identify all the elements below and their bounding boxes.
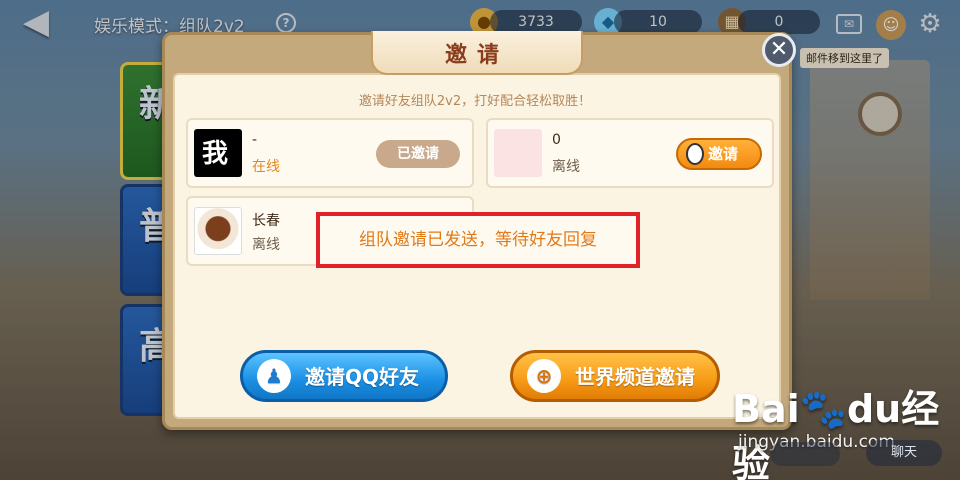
invite-sent-toast: 组队邀请已发送，等待好友回复 [316, 212, 640, 268]
world-channel-invite-label: 世界频道邀请 [575, 365, 695, 389]
friend-name: 0 [552, 132, 561, 148]
world-channel-invite-button[interactable]: ⊕ 世界频道邀请 [510, 350, 720, 402]
qq-penguin-icon: ♟ [257, 359, 291, 393]
invited-button[interactable]: 已邀请 [376, 140, 460, 168]
avatar-glyph: 我 [202, 139, 229, 169]
avatar [494, 129, 542, 177]
friend-name: - [252, 132, 258, 148]
friend-status: 离线 [552, 159, 580, 175]
friend-card: 0 离线 邀请 [486, 118, 774, 188]
globe-icon: ⊕ [527, 359, 561, 393]
friend-status: 在线 [252, 159, 280, 175]
chat-button[interactable]: 聊天 [866, 440, 942, 466]
friend-status: 离线 [252, 237, 280, 253]
dialog-title-tab: 邀请 [371, 31, 583, 75]
friend-card: 我 - 在线 已邀请 [186, 118, 474, 188]
dialog-subtitle: 邀请好友组队2v2，打好配合轻松取胜！ [358, 94, 592, 109]
invite-button-label: 邀请 [708, 145, 739, 163]
bottom-menu-pill[interactable] [770, 442, 840, 466]
close-icon[interactable]: ✕ [762, 33, 796, 67]
invite-qq-friends-button[interactable]: ♟ 邀请QQ好友 [240, 350, 448, 402]
dialog-title: 邀请 [444, 43, 509, 68]
invite-qq-friends-label: 邀请QQ好友 [305, 365, 420, 389]
friend-name: 长春 [252, 213, 280, 229]
avatar [194, 207, 242, 255]
avatar: 我 [194, 129, 242, 177]
qq-penguin-icon [686, 143, 704, 165]
invite-button[interactable]: 邀请 [676, 138, 762, 170]
